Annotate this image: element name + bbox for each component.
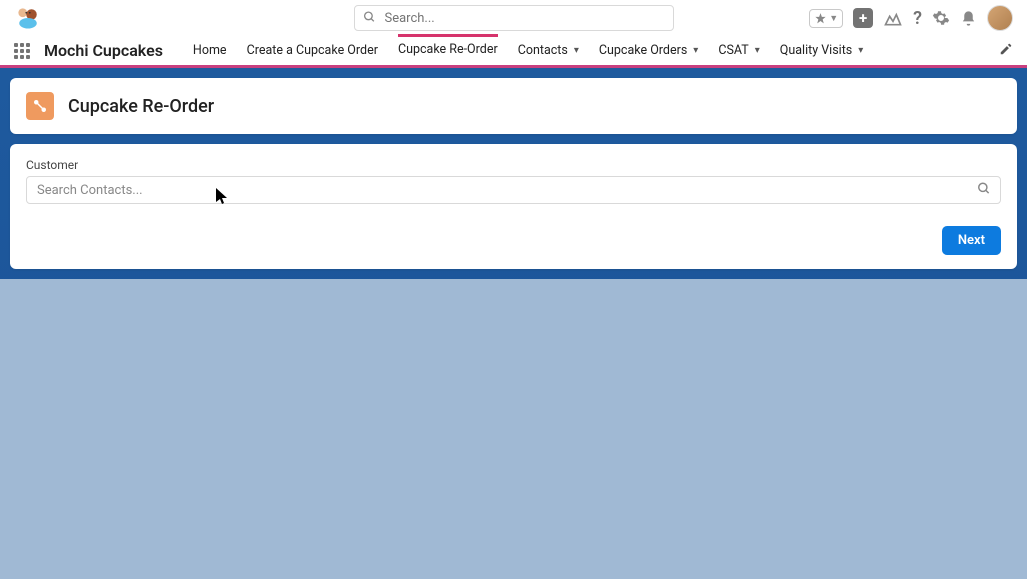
tab-csat[interactable]: CSAT▾ bbox=[718, 35, 759, 66]
form-card: Customer Next bbox=[10, 144, 1017, 269]
chevron-down-icon[interactable]: ▾ bbox=[574, 45, 579, 56]
trailhead-icon[interactable] bbox=[883, 8, 903, 28]
next-button[interactable]: Next bbox=[942, 226, 1001, 255]
chevron-down-icon[interactable]: ▾ bbox=[693, 45, 698, 56]
customer-lookup-input[interactable] bbox=[26, 176, 1001, 204]
edit-nav-pencil-icon[interactable] bbox=[999, 41, 1013, 60]
global-actions-button[interactable]: + bbox=[853, 8, 873, 28]
notifications-bell-icon[interactable] bbox=[960, 10, 977, 27]
user-avatar[interactable] bbox=[987, 5, 1013, 31]
tab-cupcake-orders[interactable]: Cupcake Orders▾ bbox=[599, 35, 698, 66]
tab-cupcake-reorder[interactable]: Cupcake Re-Order bbox=[398, 34, 498, 65]
tab-contacts[interactable]: Contacts▾ bbox=[518, 35, 579, 66]
tab-quality-visits[interactable]: Quality Visits▾ bbox=[780, 35, 864, 66]
global-header: ▼ + ? bbox=[0, 0, 1027, 36]
page-title: Cupcake Re-Order bbox=[68, 96, 214, 117]
search-icon[interactable] bbox=[977, 181, 991, 200]
search-icon bbox=[363, 9, 376, 28]
app-name: Mochi Cupcakes bbox=[44, 41, 163, 60]
app-launcher-icon[interactable] bbox=[14, 43, 30, 59]
favorites-button[interactable]: ▼ bbox=[809, 9, 843, 28]
tab-home[interactable]: Home bbox=[193, 35, 227, 66]
salesforce-logo[interactable] bbox=[14, 4, 42, 32]
customer-field-label: Customer bbox=[26, 158, 1001, 172]
help-icon[interactable]: ? bbox=[913, 8, 922, 29]
setup-gear-icon[interactable] bbox=[932, 9, 950, 27]
page-background: Cupcake Re-Order Customer Next bbox=[0, 68, 1027, 538]
app-nav-bar: Mochi Cupcakes Home Create a Cupcake Ord… bbox=[0, 36, 1027, 68]
page-header-card: Cupcake Re-Order bbox=[10, 78, 1017, 134]
chevron-down-icon[interactable]: ▾ bbox=[755, 45, 760, 56]
global-search bbox=[354, 5, 674, 31]
flow-icon bbox=[26, 92, 54, 120]
chevron-down-icon[interactable]: ▾ bbox=[858, 45, 863, 56]
tab-create-cupcake-order[interactable]: Create a Cupcake Order bbox=[247, 35, 378, 66]
global-search-input[interactable] bbox=[354, 5, 674, 31]
empty-background bbox=[0, 279, 1027, 579]
